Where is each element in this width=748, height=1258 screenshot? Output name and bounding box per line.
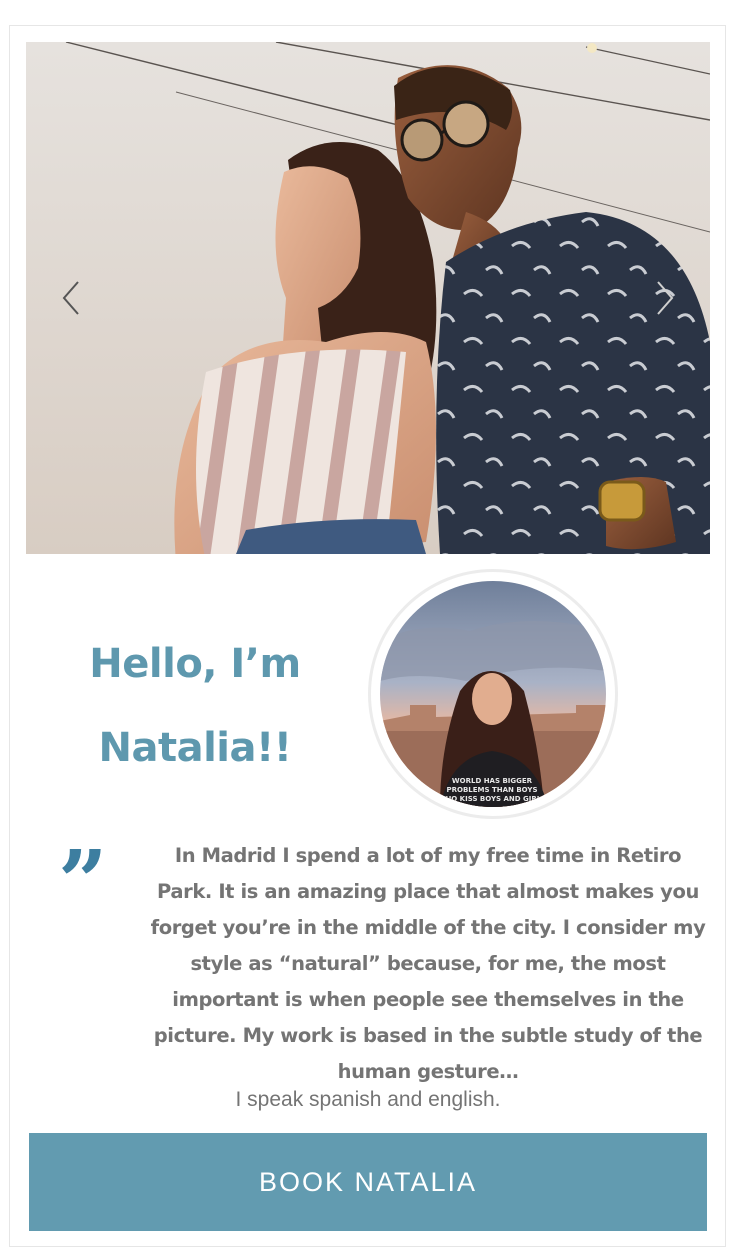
profile-greeting: Hello, I’m Natalia!! [60, 622, 330, 790]
hero-carousel[interactable] [26, 42, 710, 554]
carousel-next-button[interactable] [644, 276, 684, 320]
book-button[interactable]: BOOK NATALIA [29, 1133, 707, 1231]
greeting-line-1: Hello, I’m [89, 641, 301, 687]
avatar: WORLD HAS BIGGER PROBLEMS THAN BOYS WHO … [380, 581, 606, 807]
couple-portrait-photo [26, 42, 710, 554]
languages-text: I speak spanish and english. [235, 1088, 501, 1111]
shirt-text-line-2: PROBLEMS THAN BOYS [447, 786, 538, 794]
quote-mark-icon: ” [58, 832, 107, 933]
natalia-avatar-photo: WORLD HAS BIGGER PROBLEMS THAN BOYS WHO … [380, 581, 606, 807]
chevron-left-icon [62, 281, 79, 315]
shirt-text-line-1: WORLD HAS BIGGER [452, 777, 533, 785]
greeting-line-2: Natalia!! [98, 725, 292, 771]
chevron-right-icon [657, 281, 674, 315]
bio-quote: In Madrid I spend a lot of my free time … [150, 844, 706, 1083]
carousel-prev-button[interactable] [52, 276, 92, 320]
